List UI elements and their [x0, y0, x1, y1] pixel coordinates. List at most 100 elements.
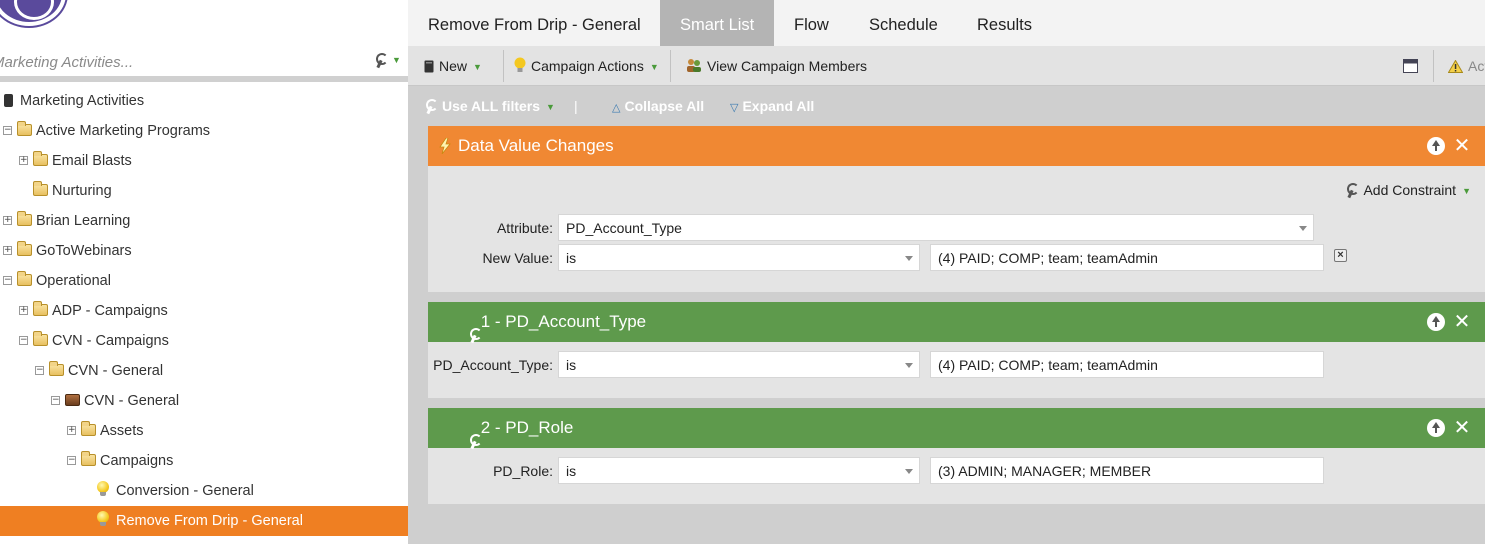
- tree-item-gotowebinars[interactable]: + GoToWebinars: [0, 236, 408, 266]
- tree-item-marketing-activities[interactable]: Marketing Activities: [0, 86, 408, 116]
- tree-item-label: Email Blasts: [52, 153, 132, 169]
- filter-header[interactable]: 1 - PD_Account_Type ✕: [428, 302, 1485, 342]
- tree-item-label: CVN - Campaigns: [52, 333, 169, 349]
- activity-label: Act: [1468, 58, 1485, 74]
- filter-title: 2 - PD_Role: [480, 418, 574, 437]
- filter-field-label: PD_Role:: [493, 463, 553, 479]
- folder-icon: [17, 271, 32, 286]
- operator-select[interactable]: is: [558, 244, 920, 271]
- tree-item-label: CVN - General: [84, 393, 180, 409]
- tree-search-input[interactable]: [0, 48, 352, 76]
- tree-item-nurturing[interactable]: Nurturing: [0, 176, 408, 206]
- toolbar-divider: [503, 50, 504, 82]
- filter-field-label: PD_Account_Type:: [433, 357, 553, 373]
- expand-toggle-icon[interactable]: +: [3, 246, 12, 255]
- trigger-header[interactable]: Data Value Changes ✕: [428, 126, 1485, 166]
- tree-item-label: Conversion - General: [116, 483, 254, 499]
- marketing-tree-panel: ▼ Marketing Activities − Active Marketin…: [0, 0, 408, 544]
- program-icon: [65, 394, 80, 406]
- tree-item-label: Brian Learning: [36, 213, 131, 229]
- tab-schedule[interactable]: Schedule: [849, 0, 958, 46]
- move-up-icon[interactable]: [1427, 137, 1445, 155]
- marketo-logo: [0, 0, 66, 26]
- collapse-toggle-icon[interactable]: −: [3, 126, 12, 135]
- new-value-input[interactable]: (4) PAID; COMP; team; teamAdmin: [930, 244, 1324, 271]
- folder-icon: [33, 301, 48, 316]
- new-value-row: New Value: is (4) PAID; COMP; team; team…: [428, 244, 1485, 272]
- lightning-bolt-icon: [439, 138, 451, 154]
- collapse-toggle-icon[interactable]: −: [3, 276, 12, 285]
- filter-value-input[interactable]: (3) ADMIN; MANAGER; MEMBER: [930, 457, 1324, 484]
- activity-button[interactable]: Act: [1448, 46, 1485, 86]
- close-icon[interactable]: ✕: [1453, 136, 1471, 156]
- expand-all-button[interactable]: ▽ Expand All: [730, 87, 814, 125]
- filter-value-input[interactable]: (4) PAID; COMP; team; teamAdmin: [930, 351, 1324, 378]
- wrench-icon: [468, 434, 482, 448]
- view-campaign-members-label: View Campaign Members: [707, 58, 868, 74]
- expand-toggle-icon[interactable]: +: [19, 156, 28, 165]
- filter-card-pd-role: 2 - PD_Role ✕ PD_Role: is (3) ADMIN; MAN…: [428, 408, 1485, 504]
- operator-select[interactable]: is: [558, 351, 920, 378]
- collapse-all-label: Collapse All: [624, 98, 705, 114]
- close-icon[interactable]: ✕: [1453, 312, 1471, 332]
- database-icon: [4, 94, 13, 107]
- expand-toggle-icon[interactable]: +: [19, 306, 28, 315]
- expand-toggle-icon[interactable]: +: [3, 216, 12, 225]
- collapse-all-button[interactable]: △ Collapse All: [612, 87, 704, 125]
- close-icon[interactable]: ✕: [1453, 418, 1471, 438]
- collapse-toggle-icon[interactable]: −: [67, 456, 76, 465]
- toolbar-divider: [1433, 50, 1434, 82]
- tab-smart-list[interactable]: Smart List: [660, 0, 775, 46]
- add-constraint-label: Add Constraint: [1363, 182, 1457, 198]
- view-campaign-members-button[interactable]: View Campaign Members: [686, 46, 867, 86]
- tree-item-cvn-campaigns[interactable]: − CVN - Campaigns: [0, 326, 408, 356]
- tree-item-adp-campaigns[interactable]: + ADP - Campaigns: [0, 296, 408, 326]
- dropdown-arrow-icon: [905, 256, 913, 261]
- lightbulb-icon: [514, 57, 526, 72]
- move-up-icon[interactable]: [1427, 313, 1445, 331]
- tree-item-conversion-general[interactable]: Conversion - General: [0, 476, 408, 506]
- tab-campaign-name[interactable]: Remove From Drip - General: [408, 0, 661, 46]
- tree-item-assets[interactable]: + Assets: [0, 416, 408, 446]
- tree-filter-button[interactable]: ▼: [374, 52, 401, 68]
- window-toggle-button[interactable]: [1403, 46, 1418, 86]
- tree-item-email-blasts[interactable]: + Email Blasts: [0, 146, 408, 176]
- new-document-icon: [424, 60, 434, 73]
- tree-item-cvn-general-folder[interactable]: − CVN - General: [0, 356, 408, 386]
- collapse-up-icon: △: [612, 102, 621, 114]
- collapse-toggle-icon[interactable]: −: [19, 336, 28, 345]
- expand-toggle-icon[interactable]: +: [67, 426, 76, 435]
- attribute-select[interactable]: PD_Account_Type: [558, 214, 1314, 241]
- folder-icon: [33, 181, 48, 196]
- wrench-icon: [1345, 183, 1360, 197]
- expand-down-icon: ▽: [730, 102, 739, 114]
- clear-value-icon[interactable]: ×: [1334, 249, 1347, 262]
- filter-header[interactable]: 2 - PD_Role ✕: [428, 408, 1485, 448]
- tree-item-remove-from-drip-general[interactable]: Remove From Drip - General: [0, 506, 408, 536]
- tree-item-campaigns[interactable]: − Campaigns: [0, 446, 408, 476]
- use-all-filters-dropdown[interactable]: Use ALL filters ▼: [424, 87, 555, 125]
- folder-icon: [33, 151, 48, 166]
- chevron-down-icon: ▼: [649, 62, 659, 72]
- new-button[interactable]: New ▼: [424, 46, 482, 86]
- tree-item-label: Marketing Activities: [20, 93, 145, 109]
- collapse-toggle-icon[interactable]: −: [35, 366, 44, 375]
- tree-item-cvn-general-program[interactable]: − CVN - General: [0, 386, 408, 416]
- tree-item-operational[interactable]: − Operational: [0, 266, 408, 296]
- chevron-down-icon: ▼: [392, 55, 401, 65]
- new-value-label: New Value:: [482, 250, 553, 266]
- tab-results[interactable]: Results: [957, 0, 1052, 46]
- marketing-activities-tree: Marketing Activities − Active Marketing …: [0, 86, 408, 536]
- collapse-toggle-icon[interactable]: −: [51, 396, 60, 405]
- operator-value: is: [566, 250, 577, 266]
- campaign-actions-button[interactable]: Campaign Actions ▼: [514, 46, 659, 86]
- move-up-icon[interactable]: [1427, 419, 1445, 437]
- tab-flow[interactable]: Flow: [774, 0, 849, 46]
- tree-item-active-marketing-programs[interactable]: − Active Marketing Programs: [0, 116, 408, 146]
- tree-item-brian-learning[interactable]: + Brian Learning: [0, 206, 408, 236]
- add-constraint-dropdown[interactable]: Add Constraint ▼: [1345, 182, 1471, 198]
- tree-item-label: CVN - General: [68, 363, 164, 379]
- tree-item-label: Nurturing: [52, 183, 112, 199]
- operator-select[interactable]: is: [558, 457, 920, 484]
- lightbulb-icon: [97, 511, 109, 528]
